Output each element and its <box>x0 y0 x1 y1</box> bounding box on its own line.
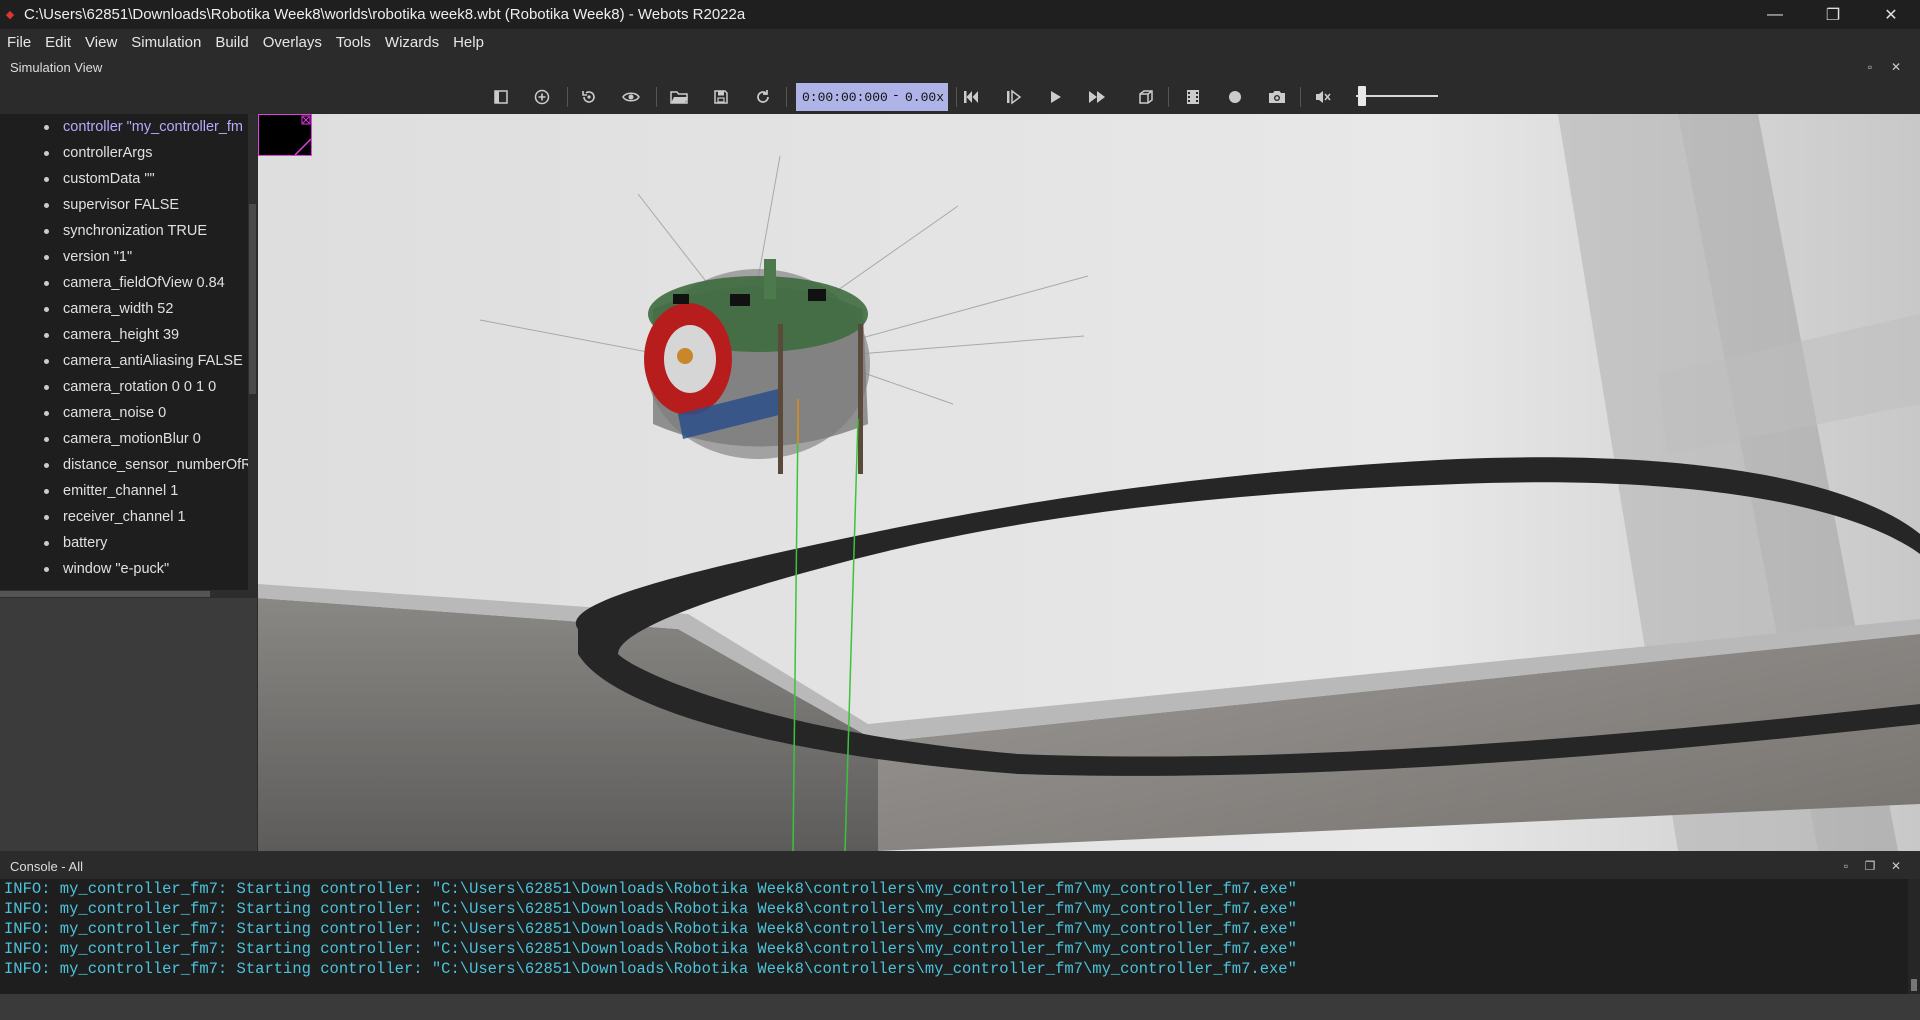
scene-tree-item-distance-sensor[interactable]: distance_sensor_numberOfR <box>0 452 248 478</box>
fast-forward-icon[interactable] <box>1085 85 1109 109</box>
eye-icon[interactable] <box>619 85 643 109</box>
webots-logo-icon: ◆ <box>5 8 15 21</box>
scene-tree-item-receiver-channel[interactable]: receiver_channel 1 <box>0 504 248 530</box>
camera-overlay[interactable] <box>258 114 312 156</box>
toolbar <box>0 80 1920 113</box>
menu-build[interactable]: Build <box>208 34 255 51</box>
scene-tree-item-customData[interactable]: customData "" <box>0 166 248 192</box>
menu-simulation[interactable]: Simulation <box>124 34 208 51</box>
menu-file[interactable]: File <box>0 34 38 51</box>
scene-tree: controller "my_controller_fm controllerA… <box>0 114 257 598</box>
console-header: Console - All ▫ ❐ ✕ <box>0 853 1920 879</box>
scene-tree-item-camera-motionblur[interactable]: camera_motionBlur 0 <box>0 426 248 452</box>
scene-tree-item-controller[interactable]: controller "my_controller_fm <box>0 114 248 140</box>
status-bar <box>0 994 1920 1020</box>
reset-icon[interactable] <box>959 85 983 109</box>
scene-tree-item-camera-height[interactable]: camera_height 39 <box>0 322 248 348</box>
console-close-icon[interactable]: ✕ <box>1888 858 1904 874</box>
scene-tree-item-version[interactable]: version "1" <box>0 244 248 270</box>
console-line: INFO: my_controller_fm7: Starting contro… <box>4 940 1297 958</box>
save-world-icon[interactable] <box>709 85 733 109</box>
menu-bar: File Edit View Simulation Build Overlays… <box>0 29 1920 55</box>
simulation-view-header: Simulation View ▫ ✕ <box>0 55 1920 80</box>
close-panel-icon[interactable]: ✕ <box>1888 59 1904 75</box>
record-movie-icon[interactable] <box>1181 85 1205 109</box>
mute-icon[interactable] <box>1311 85 1335 109</box>
menu-tools[interactable]: Tools <box>329 34 378 51</box>
record-icon[interactable] <box>1223 85 1247 109</box>
window-controls: — ❐ ✕ <box>1746 0 1920 29</box>
close-button[interactable]: ✕ <box>1862 0 1920 29</box>
simulation-view-label: Simulation View <box>10 60 103 75</box>
screenshot-icon[interactable] <box>1265 85 1289 109</box>
menu-help[interactable]: Help <box>446 34 491 51</box>
scene-tree-item-camera-fieldofview[interactable]: camera_fieldOfView 0.84 <box>0 270 248 296</box>
scene-tree-item-controllerArgs[interactable]: controllerArgs <box>0 140 248 166</box>
scene-tree-item-supervisor[interactable]: supervisor FALSE <box>0 192 248 218</box>
rendering-icon[interactable] <box>1134 85 1158 109</box>
scene-tree-horizontal-scrollbar[interactable] <box>0 590 257 598</box>
minimize-button[interactable]: — <box>1746 0 1804 29</box>
console-scrollbar[interactable] <box>1908 879 1920 994</box>
console-output[interactable]: INFO: my_controller_fm7: Starting contro… <box>0 879 1908 994</box>
title-bar: ◆ C:\Users\62851\Downloads\Robotika Week… <box>0 0 1920 29</box>
scene-tree-item-synchronization[interactable]: synchronization TRUE <box>0 218 248 244</box>
reload-world-icon[interactable] <box>751 85 775 109</box>
scene-tree-item-emitter-channel[interactable]: emitter_channel 1 <box>0 478 248 504</box>
play-icon[interactable] <box>1043 85 1067 109</box>
console-float-icon[interactable]: ▫ <box>1838 858 1854 874</box>
console-line: INFO: my_controller_fm7: Starting contro… <box>4 900 1297 918</box>
add-node-icon[interactable] <box>530 85 554 109</box>
console-line: INFO: my_controller_fm7: Starting contro… <box>4 920 1297 938</box>
window-title: C:\Users\62851\Downloads\Robotika Week8\… <box>24 6 746 23</box>
console-line: INFO: my_controller_fm7: Starting contro… <box>4 960 1297 978</box>
scene-tree-item-camera-width[interactable]: camera_width 52 <box>0 296 248 322</box>
volume-slider[interactable] <box>1356 95 1438 97</box>
console-line: INFO: my_controller_fm7: Starting contro… <box>4 880 1297 898</box>
console-label: Console - All <box>10 859 83 874</box>
scene-tree-item-camera-rotation[interactable]: camera_rotation 0 0 1 0 <box>0 374 248 400</box>
volume-slider-handle[interactable] <box>1358 86 1366 106</box>
simulation-time: 0:00:00:000 <box>802 90 888 105</box>
menu-wizards[interactable]: Wizards <box>378 34 446 51</box>
simulation-time-display: 0:00:00:000 - 0.00x <box>796 83 948 111</box>
step-icon[interactable] <box>1001 85 1025 109</box>
toggle-scene-tree-icon[interactable] <box>489 85 513 109</box>
console-undock-icon[interactable]: ❐ <box>1862 858 1878 874</box>
3d-scene <box>258 114 1920 851</box>
menu-edit[interactable]: Edit <box>38 34 78 51</box>
time-separator: - <box>892 88 900 103</box>
scene-tree-vertical-scrollbar[interactable] <box>248 114 257 598</box>
simulation-speed: 0.00x <box>904 90 944 105</box>
scene-tree-item-camera-antialiasing[interactable]: camera_antiAliasing FALSE <box>0 348 248 374</box>
scene-tree-item-battery[interactable]: battery <box>0 530 248 556</box>
open-world-icon[interactable] <box>667 85 691 109</box>
menu-view[interactable]: View <box>78 34 124 51</box>
reset-viewpoint-icon[interactable] <box>577 85 601 109</box>
maximize-button[interactable]: ❐ <box>1804 0 1862 29</box>
scene-tree-item-camera-noise[interactable]: camera_noise 0 <box>0 400 248 426</box>
undock-icon[interactable]: ▫ <box>1862 59 1878 75</box>
field-editor-panel <box>0 598 257 851</box>
scene-tree-item-window[interactable]: window "e-puck" <box>0 556 248 582</box>
3d-viewport[interactable] <box>258 114 1920 851</box>
menu-overlays[interactable]: Overlays <box>256 34 329 51</box>
